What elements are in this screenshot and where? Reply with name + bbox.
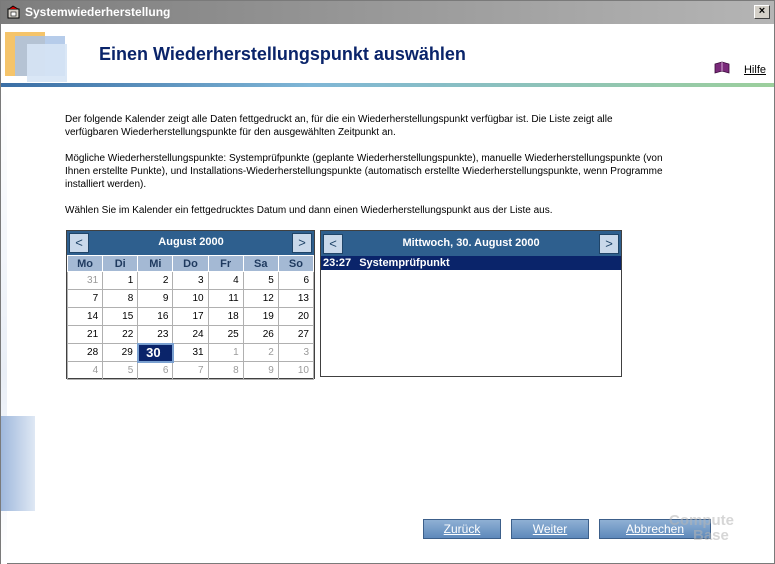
calendar-day[interactable]: 8 [102,289,139,308]
calendar-day[interactable]: 27 [277,325,315,344]
weekday-label: Di [102,255,139,272]
window-title: Systemwiederherstellung [25,5,171,19]
calendar-day[interactable]: 1 [207,343,244,362]
calendar-day[interactable]: 5 [102,361,139,380]
list-prev-day-button[interactable]: < [323,234,343,254]
calendar-day[interactable]: 31 [172,343,209,362]
calendar-day[interactable]: 9 [242,361,279,380]
calendar-day[interactable]: 22 [102,325,139,344]
calendar-day[interactable]: 4 [207,271,244,290]
calendar-day[interactable]: 2 [137,271,174,290]
calendar-week-row: 14 15 16 17 18 19 20 [66,307,315,326]
calendar-day[interactable]: 7 [172,361,209,380]
next-button[interactable]: Weiter [511,519,589,539]
calendar-day[interactable]: 4 [66,361,104,380]
calendar-day[interactable]: 28 [66,343,104,362]
weekday-label: Sa [242,255,279,272]
restore-point-time: 23:27 [323,257,352,269]
calendar-day[interactable]: 17 [172,307,209,326]
calendar-day[interactable]: 13 [277,289,315,308]
watermark-line: Base [693,527,729,544]
title-bar[interactable]: Systemwiederherstellung × [1,1,774,24]
wizard-header: Einen Wiederherstellungspunkt auswählen … [1,24,774,84]
help-book-icon[interactable] [714,61,730,75]
close-button[interactable]: × [754,5,770,19]
weekday-label: Do [172,255,209,272]
calendar-week-row: 28 29 30 31 1 2 3 [66,342,315,363]
restore-point-name: Systemprüfpunkt [359,257,450,269]
calendar-day[interactable]: 16 [137,307,174,326]
back-button-label: Zurück [443,522,481,536]
calendar-day[interactable]: 23 [137,325,174,344]
restore-point-list: < Mittwoch, 30. August 2000 > 23:27 Syst… [320,230,622,377]
calendar-day-selected[interactable]: 30 [136,342,174,363]
calendar-month-label: August 2000 [158,236,224,248]
instruction-text: Wählen Sie im Kalender ein fettgedruckte… [65,205,553,216]
calendar-day[interactable]: 11 [207,289,244,308]
calendar-day[interactable]: 25 [207,325,244,344]
calendar-week-row: 7 8 9 10 11 12 13 [66,289,315,308]
list-next-day-button[interactable]: > [599,234,619,254]
calendar-header: < August 2000 > [67,231,314,255]
calendar-week-row: 21 22 23 24 25 26 27 [66,325,315,344]
calendar-day[interactable]: 21 [66,325,104,344]
calendar-day[interactable]: 9 [137,289,174,308]
help-link[interactable]: Hilfe [744,64,766,76]
calendar-day[interactable]: 6 [137,361,174,380]
list-header: < Mittwoch, 30. August 2000 > [321,231,621,256]
calendar: < August 2000 > Mo Di Mi Do Fr Sa So 31 [66,230,315,380]
calendar-day[interactable]: 18 [207,307,244,326]
calendar-day[interactable]: 3 [172,271,209,290]
calendar-week-row: 31 1 2 3 4 5 6 [66,271,315,290]
calendar-day[interactable]: 15 [102,307,139,326]
weekday-row: Mo Di Mi Do Fr Sa So [66,255,315,272]
calendar-day[interactable]: 24 [172,325,209,344]
calendar-day[interactable]: 1 [102,271,139,290]
calendar-day[interactable]: 20 [277,307,315,326]
calendar-day[interactable]: 2 [242,343,279,362]
calendar-day[interactable]: 31 [66,271,104,290]
calendar-day[interactable]: 5 [242,271,279,290]
weekday-label: Fr [207,255,244,272]
header-divider [1,83,774,87]
calendar-day[interactable]: 10 [172,289,209,308]
calendar-day[interactable]: 6 [277,271,315,290]
calendar-day[interactable]: 7 [66,289,104,308]
restore-types-text: Mögliche Wiederherstellungspunkte: Syste… [65,153,663,190]
back-button[interactable]: Zurück [423,519,501,539]
calendar-day[interactable]: 8 [207,361,244,380]
calendar-day[interactable]: 26 [242,325,279,344]
selected-date-label: Mittwoch, 30. August 2000 [402,237,540,249]
calendar-prev-button[interactable]: < [69,233,89,253]
calendar-day[interactable]: 19 [242,307,279,326]
calendar-day[interactable]: 29 [102,343,139,362]
weekday-label: Mo [66,255,104,272]
calendar-week-row: 4 5 6 7 8 9 10 [66,361,315,380]
next-button-label: Weiter [532,522,568,536]
header-decoration-icon [5,32,67,82]
calendar-next-button[interactable]: > [292,233,312,253]
restore-point-item[interactable]: 23:27 Systemprüfpunkt [321,256,621,270]
left-decoration-box [1,416,35,511]
calendar-day[interactable]: 10 [277,361,315,380]
calendar-day[interactable]: 12 [242,289,279,308]
calendar-day[interactable]: 14 [66,307,104,326]
calendar-day[interactable]: 3 [277,343,315,362]
page-title: Einen Wiederherstellungspunkt auswählen [99,44,466,64]
weekday-label: Mi [137,255,174,272]
system-restore-icon [7,5,20,19]
calendar-grid: Mo Di Mi Do Fr Sa So 31 1 2 3 4 5 6 7 8 … [66,255,315,380]
intro-text: Der folgende Kalender zeigt alle Daten f… [65,114,613,138]
watermark-line: Compute [669,512,734,529]
watermark-logo: Compute Base [669,513,734,543]
weekday-label: So [277,255,315,272]
system-restore-window: Systemwiederherstellung × Einen Wiederhe… [0,0,775,564]
